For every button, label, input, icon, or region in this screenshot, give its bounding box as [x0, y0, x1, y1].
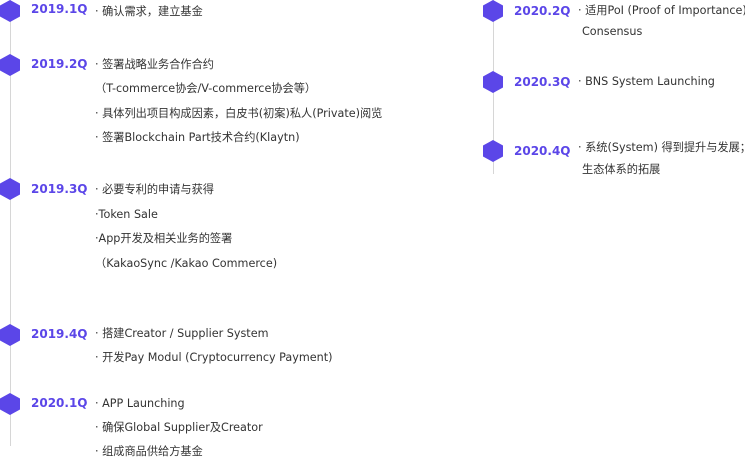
quarter-label-2020-2q: 2020.2Q — [514, 4, 571, 18]
hexagon-marker-2020-2q — [483, 0, 503, 22]
quarter-label-2020-3q: 2020.3Q — [514, 75, 571, 89]
quarter-label-2020-4q: 2020.4Q — [514, 144, 571, 158]
roadmap-item: · 签署战略业务合作合约 — [95, 58, 214, 71]
roadmap-item: · BNS System Launching — [578, 75, 715, 88]
roadmap-item: 生态体系的拓展 — [582, 163, 661, 176]
roadmap-item: Consensus — [582, 25, 643, 38]
roadmap-item: · 组成商品供给方基金 — [95, 445, 203, 458]
roadmap-item: · APP Launching — [95, 397, 185, 410]
roadmap-item: ·Token Sale — [95, 208, 158, 221]
roadmap-item: （KakaoSync /Kakao Commerce) — [95, 257, 278, 270]
hexagon-marker-2019-2q — [0, 54, 20, 76]
quarter-label-2019-4q: 2019.4Q — [31, 327, 88, 341]
roadmap-item: · 确保Global Supplier及Creator — [95, 421, 263, 434]
roadmap-item: · 系统(System) 得到提升与发展； — [578, 141, 745, 154]
roadmap-item: · 确认需求，建立基金 — [95, 5, 203, 18]
hexagon-marker-2019-1q — [0, 0, 20, 22]
roadmap-item: · 签署Blockchain Part技术合约(Klaytn) — [95, 131, 300, 144]
roadmap-item: · 必要专利的申请与获得 — [95, 183, 214, 196]
roadmap-item: ·App开发及相关业务的签署 — [95, 232, 233, 245]
hexagon-marker-2020-3q — [483, 71, 503, 93]
quarter-label-2019-1q: 2019.1Q — [31, 2, 88, 16]
hexagon-marker-2020-4q — [483, 140, 503, 162]
roadmap-item: （T-commerce协会/V-commerce协会等） — [95, 82, 317, 95]
hexagon-marker-2019-4q — [0, 324, 20, 346]
quarter-label-2019-2q: 2019.2Q — [31, 57, 88, 71]
roadmap-item: · 具体列出项目构成因素，白皮书(初案)私人(Private)阅览 — [95, 107, 383, 120]
roadmap-item: · 适用PoI (Proof of Importance) — [578, 4, 745, 17]
hexagon-marker-2020-1q — [0, 393, 20, 415]
quarter-label-2019-3q: 2019.3Q — [31, 182, 88, 196]
hexagon-marker-2019-3q — [0, 178, 20, 200]
roadmap-item: · 开发Pay Modul (Cryptocurrency Payment) — [95, 351, 333, 364]
quarter-label-2020-1q: 2020.1Q — [31, 396, 88, 410]
roadmap-item: · 搭建Creator / Supplier System — [95, 327, 269, 340]
